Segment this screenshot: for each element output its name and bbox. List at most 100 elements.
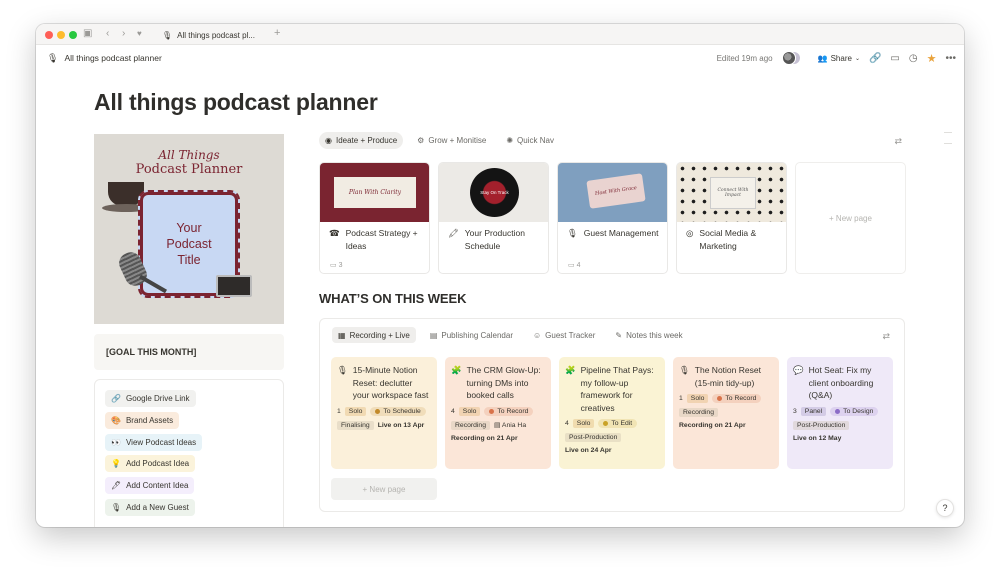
help-button[interactable]: ? [936,499,954,517]
episode-date: Recording on 21 Apr [451,434,518,442]
close-window-button[interactable] [45,31,53,39]
heart-icon[interactable]: ♥ [137,28,142,40]
more-options-icon[interactable]: ••• [945,53,956,64]
link-button-label: Add Podcast Idea [125,459,190,469]
episode-date-row: Recording on 21 Apr [679,422,773,429]
gallery-card-title: ◎ Social Media & Marketing [686,227,780,253]
episode-title-text: The CRM Glow-Up: turning DMs into booked… [466,365,541,400]
episode-card[interactable]: 🎙 The Notion Reset (15-min tidy-up) 1 Solo T… [673,357,779,469]
episode-title-text: The Notion Reset (15-min tidy-up) [694,365,761,388]
quick-link-button[interactable]: 👀 View Podcast Ideas [105,433,203,451]
edited-timestamp: Edited 19m ago [716,53,773,63]
episode-title: 🎙 15-Minute Notion Reset: declutter your … [337,364,431,402]
episode-date-row: Recording on 21 Apr [451,435,545,442]
gallery-tab[interactable]: ⚙ Grow + Monitise [411,132,492,149]
gallery-card[interactable]: Stay On Track 🖍 Your Production Schedule [438,162,549,274]
view-label: Publishing Calendar [441,330,513,340]
quick-link-button[interactable]: 🖊 Add Content Idea [105,477,195,495]
card-title-text: Guest Management [583,228,659,238]
episode-number: 4 [451,407,455,415]
episode-stage-row: Finalising Live on 13 Apr [337,420,431,430]
topbar-actions: Edited 19m ago 👥 Share ⌄ 🔗 ▭ ◷ ★ ••• [717,51,956,65]
episode-card[interactable]: 🧩 The CRM Glow-Up: turning DMs into booke… [445,357,551,469]
person-card-icon: ▤ [493,422,502,429]
episode-number: 3 [793,407,797,415]
link-button-icon: 🎙 [111,503,122,512]
episode-type-tag: Solo [572,419,595,428]
page-title: All things podcast planner [94,89,378,115]
board-tab[interactable]: ☺ Guest Tracker [527,327,601,343]
episode-title-text: 15-Minute Notion Reset: declutter your w… [352,365,429,400]
episode-icon: 🧩 [451,365,462,375]
comment-count-value: 3 [338,262,343,269]
card-icon: ☎ [329,228,340,238]
episode-meta-row: 1 Solo To Record [679,394,773,403]
browser-tab[interactable]: 🎙 All things podcast pl... [156,27,268,43]
minimize-window-button[interactable] [57,31,65,39]
view-label: Ideate + Produce [335,136,398,145]
episode-type-tag: Solo [344,406,367,416]
stage-tag: Post-Production [565,433,622,442]
episode-date: Live on 12 May [793,434,842,442]
episode-stage-row: Post-Production [793,420,887,430]
view-label: Recording + Live [349,330,410,340]
board-new-page-button[interactable]: + New page [331,478,437,500]
scroll-indicator[interactable] [944,132,952,144]
board-tab[interactable]: ▦ Recording + Live [332,327,416,343]
quick-link-button[interactable]: 💡 Add Podcast Idea [105,455,196,473]
link-icon[interactable]: 🔗 [869,53,881,64]
quick-link-button[interactable]: 🎙 Add a New Guest [105,499,195,516]
board-tab[interactable]: ▤ Publishing Calendar [424,327,519,343]
board-settings-icon[interactable]: ⇄ [882,331,890,342]
comment-icon[interactable]: ▭ [890,53,899,64]
clock-icon[interactable]: ◷ [909,53,918,64]
favorite-star-icon[interactable]: ★ [927,52,937,65]
share-button[interactable]: 👥 Share ⌄ [818,54,860,63]
card-icon: ◎ [686,228,694,238]
gallery-tab[interactable]: ◉ Ideate + Produce [319,132,404,149]
back-icon[interactable]: ‹ [106,28,109,40]
board-view-tabs: ▦ Recording + Live ▤ Publishing Calendar ☺ Gu… [332,327,689,343]
app-window: ▣ ‹ › ♥ 🎙 All things podcast pl... + 🎙 A… [36,24,964,527]
sidebar-toggle-icon[interactable]: ▣ [83,28,92,40]
episode-number: 4 [565,420,569,427]
gallery-card[interactable]: Plan With Clarity ☎ Podcast Strategy + Ide… [319,162,430,274]
episode-type-tag: Panel [800,406,827,416]
status-badge: To Record [712,394,762,403]
episode-card[interactable]: 🧩 Pipeline That Pays: my follow-up framew… [559,357,665,469]
gallery-card-image-text: Connect With Impact [710,177,756,209]
card-icon: 🎙 [567,228,578,238]
link-button-icon: 🎨 [111,415,121,425]
episode-card[interactable]: 🎙 15-Minute Notion Reset: declutter your … [331,357,437,469]
help-icon: ? [942,503,948,513]
guest-name: Ania Ha [501,422,527,429]
gallery-new-page-button[interactable]: + New page [795,162,906,274]
gallery-card-image: Connect With Impact [677,163,786,222]
quick-link-button[interactable]: 🔗 Google Drive Link [105,390,196,407]
gallery-tab[interactable]: ✺ Quick Nav [500,132,560,149]
cover-title-line2: Podcast Planner [135,162,243,177]
gallery-view-tabs: ◉ Ideate + Produce ⚙ Grow + Monitise ✺ Quick … [319,132,560,149]
gallery-card[interactable]: Host With Grace 🎙 Guest Management ▭ 4 [557,162,668,274]
episode-card[interactable]: 💬 Hot Seat: Fix my client onboarding (Q&A… [787,357,893,469]
board-tab[interactable]: ✎ Notes this week [609,327,688,343]
gallery-card-image-text: Plan With Clarity [334,177,416,208]
comment-count-value: 4 [576,262,581,269]
maximize-window-button[interactable] [69,31,77,39]
status-dot [603,421,609,426]
forward-icon[interactable]: › [122,28,125,40]
episode-icon: 🎙 [337,365,348,375]
episode-title-text: Hot Seat: Fix my client onboarding (Q&A) [808,365,874,400]
gallery-card-title: 🖍 Your Production Schedule [448,227,542,253]
comment-icon: ▭ [330,262,339,269]
episode-icon: 💬 [793,365,804,375]
gallery-card[interactable]: Connect With Impact ◎ Social Media & Marke… [676,162,787,274]
breadcrumb[interactable]: 🎙 All things podcast planner [47,53,162,64]
new-tab-button[interactable]: + [274,27,280,39]
view-icon: ✎ [615,330,623,340]
avatar[interactable] [781,51,796,65]
view-settings-icon[interactable]: ⇄ [894,136,902,147]
quick-link-button[interactable]: 🎨 Brand Assets [105,411,180,429]
goal-callout[interactable]: [GOAL THIS MONTH] [94,334,284,370]
link-button-label: Brand Assets [125,415,174,425]
